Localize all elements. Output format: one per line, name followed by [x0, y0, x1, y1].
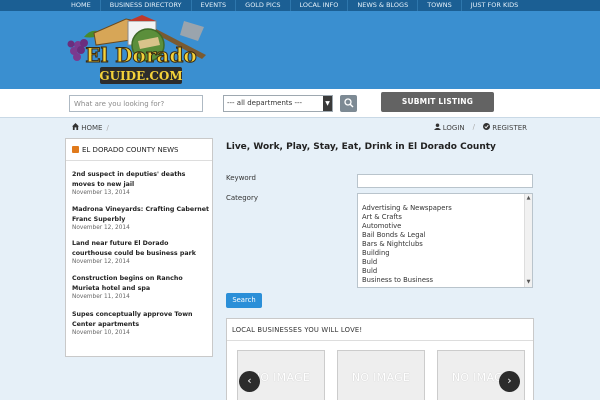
keyword-label: Keyword: [226, 174, 256, 182]
category-option[interactable]: Bars & Nightclubs: [362, 240, 452, 249]
submit-listing-button[interactable]: SUBMIT LISTING: [381, 92, 494, 112]
nav-local-info[interactable]: LOCAL INFO: [291, 0, 349, 11]
scroll-up-icon[interactable]: ▲: [525, 194, 532, 203]
login-label: LOGIN: [442, 124, 465, 132]
page-title: Live, Work, Play, Stay, Eat, Drink in El…: [226, 142, 496, 152]
scroll-down-icon[interactable]: ▼: [525, 278, 532, 287]
news-item-date: November 13, 2014: [72, 190, 130, 196]
department-select-value: --- all departments ---: [227, 99, 303, 107]
news-item[interactable]: Supes conceptually approve Town Center a…: [72, 310, 210, 338]
news-item[interactable]: Construction begins on Rancho Murieta ho…: [72, 274, 210, 302]
category-option[interactable]: Automotive: [362, 222, 452, 231]
search-icon: [343, 98, 353, 108]
chevron-down-icon[interactable]: ▼: [323, 96, 332, 111]
nav-just-for-kids[interactable]: JUST FOR KIDS: [462, 0, 528, 11]
login-link[interactable]: LOGIN: [433, 123, 465, 132]
news-item[interactable]: 2nd suspect in deputies' deaths moves to…: [72, 170, 210, 198]
nav-gold-pics[interactable]: GOLD PICS: [236, 0, 291, 11]
news-item-date: November 10, 2014: [72, 330, 130, 336]
nav-business-directory[interactable]: BUSINESS DIRECTORY: [101, 0, 192, 11]
breadcrumb-separator: /: [106, 124, 109, 132]
news-sidebar: EL DORADO COUNTY NEWS 2nd suspect in dep…: [65, 138, 213, 357]
news-item-title[interactable]: Construction begins on Rancho Murieta ho…: [72, 274, 210, 293]
nav-events[interactable]: EVENTS: [192, 0, 237, 11]
search-button[interactable]: [340, 95, 357, 112]
home-icon: [72, 123, 81, 132]
local-businesses-panel: LOCAL BUSINESSES YOU WILL LOVE! NO IMAGE…: [226, 318, 534, 400]
news-header: EL DORADO COUNTY NEWS: [66, 139, 212, 161]
user-icon: [433, 123, 441, 130]
site-logo[interactable]: El Dorado GUIDE.COM: [66, 15, 216, 93]
no-image-placeholder: NO IMAGE: [351, 371, 411, 384]
rss-icon[interactable]: [72, 146, 79, 153]
top-navigation: HOME BUSINESS DIRECTORY EVENTS GOLD PICS…: [0, 0, 600, 11]
carousel-prev-button[interactable]: ‹: [239, 371, 260, 392]
news-item-title[interactable]: 2nd suspect in deputies' deaths moves to…: [72, 170, 210, 189]
logo-line2: GUIDE.COM: [99, 69, 182, 83]
category-option[interactable]: Buld: [362, 267, 452, 276]
local-businesses-title: LOCAL BUSINESSES YOU WILL LOVE!: [227, 319, 533, 341]
nav-home[interactable]: HOME: [62, 0, 101, 11]
chevron-left-icon: ‹: [247, 374, 252, 387]
carousel-next-button[interactable]: ›: [499, 371, 520, 392]
news-item-title[interactable]: Madrona Vineyards: Crafting Cabernet Fra…: [72, 205, 210, 224]
category-option[interactable]: Building: [362, 249, 452, 258]
category-listbox[interactable]: Advertising & Newspapers Art & Crafts Au…: [357, 193, 533, 288]
news-item[interactable]: Land near future El Dorado courthouse co…: [72, 239, 210, 267]
listbox-scrollbar[interactable]: ▲ ▼: [524, 194, 532, 287]
category-option[interactable]: Business to Business: [362, 276, 452, 285]
category-option[interactable]: Bail Bonds & Legal: [362, 231, 452, 240]
search-submit-button[interactable]: Search: [226, 293, 262, 308]
chevron-right-icon: ›: [507, 374, 512, 387]
news-item-title[interactable]: Land near future El Dorado courthouse co…: [72, 239, 210, 258]
news-item-date: November 12, 2014: [72, 225, 130, 231]
news-item-title[interactable]: Supes conceptually approve Town Center a…: [72, 310, 210, 329]
business-card[interactable]: NO IMAGE: [337, 350, 425, 400]
news-item-date: November 12, 2014: [72, 259, 130, 265]
news-item[interactable]: Madrona Vineyards: Crafting Cabernet Fra…: [72, 205, 210, 233]
nav-news-blogs[interactable]: NEWS & BLOGS: [348, 0, 419, 11]
keyword-input[interactable]: [357, 174, 533, 188]
breadcrumb-home[interactable]: HOME: [81, 124, 102, 132]
header-banner: El Dorado GUIDE.COM: [0, 11, 600, 89]
department-select[interactable]: --- all departments --- ▼: [223, 95, 333, 112]
auth-links: LOGIN / REGISTER: [433, 123, 527, 132]
search-input[interactable]: [69, 95, 203, 112]
register-label: REGISTER: [492, 124, 527, 132]
search-bar: --- all departments --- ▼ SUBMIT LISTING: [0, 89, 600, 118]
logo-line1: El Dorado: [85, 43, 196, 67]
news-item-date: November 11, 2014: [72, 294, 130, 300]
news-title: EL DORADO COUNTY NEWS: [82, 146, 179, 154]
category-option[interactable]: Buld: [362, 258, 452, 267]
check-circle-icon: [482, 123, 490, 130]
auth-separator: /: [472, 123, 475, 131]
category-option[interactable]: Art & Crafts: [362, 213, 452, 222]
register-link[interactable]: REGISTER: [482, 123, 527, 132]
breadcrumb: HOME /: [72, 123, 109, 132]
category-label: Category: [226, 194, 258, 202]
nav-towns[interactable]: TOWNS: [418, 0, 462, 11]
category-option[interactable]: Advertising & Newspapers: [362, 204, 452, 213]
